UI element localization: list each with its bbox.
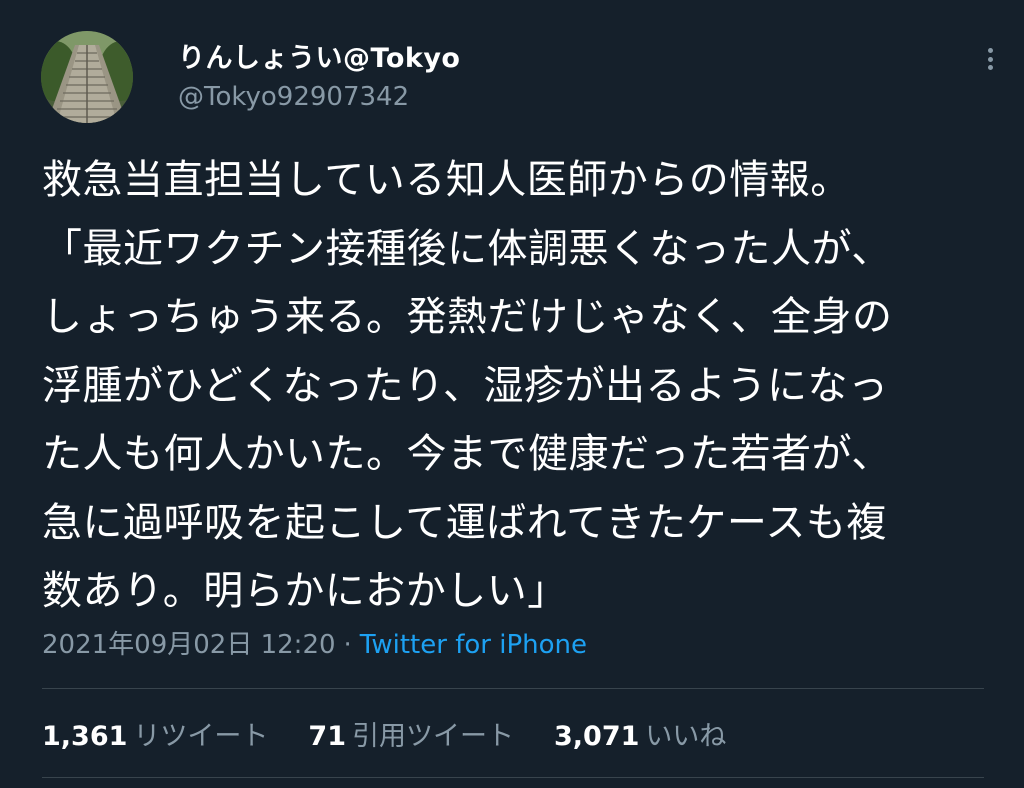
likes-label: いいね — [645, 721, 727, 752]
tweet-text-line: 急に過呼吸を起こして運ばれてきたケースも複 — [42, 499, 887, 546]
tweet-text: 救急当直担当している知人医師からの情報。 「最近ワクチン接種後に体調悪くなった人… — [42, 146, 992, 626]
timestamp[interactable]: 2021年09月02日 12:20 — [42, 630, 336, 660]
more-options-icon[interactable] — [978, 44, 1002, 74]
likes-count: 3,071 — [553, 721, 640, 752]
avatar-image — [41, 31, 133, 123]
source-link[interactable]: Twitter for iPhone — [360, 630, 587, 660]
quotes-label: 引用ツイート — [351, 721, 514, 752]
tweet-card: りんしょうい@Tokyo @Tokyo92907342 救急当直担当している知人… — [0, 0, 1024, 788]
dot — [987, 65, 993, 70]
tweet-text-line: 浮腫がひどくなったり、湿疹が出るようになっ — [42, 362, 889, 409]
tweet-text-line: しょっちゅう来る。発熱だけじゃなく、全身の — [42, 294, 893, 340]
retweets-count: 1,361 — [42, 721, 128, 752]
tweet-text-line: た人も何人かいた。今まで健康だった若者が、 — [42, 431, 892, 477]
divider — [42, 688, 984, 689]
user-handle[interactable]: @Tokyo92907342 — [178, 82, 409, 112]
likes-stat[interactable]: 3,071 いいね — [554, 714, 726, 753]
retweets-stat[interactable]: 1,361 リツイート — [42, 714, 268, 753]
divider — [42, 777, 984, 778]
retweets-label: リツイート — [133, 721, 269, 752]
quotes-count: 71 — [308, 721, 346, 752]
tweet-text-line: 「最近ワクチン接種後に体調悪くなった人が、 — [42, 225, 892, 272]
quotes-stat[interactable]: 71 引用ツイート — [308, 714, 514, 753]
tweet-meta: 2021年09月02日 12:20 · Twitter for iPhone — [42, 624, 587, 661]
meta-separator: · — [343, 630, 352, 660]
avatar[interactable] — [41, 31, 133, 123]
tweet-stats: 1,361 リツイート 71 引用ツイート 3,071 いいね — [42, 714, 766, 753]
tweet-text-line: 数あり。明らかにおかしい」 — [42, 568, 568, 614]
tweet-text-line: 救急当直担当している知人医師からの情報。 — [42, 157, 851, 203]
display-name[interactable]: りんしょうい@Tokyo — [178, 36, 461, 75]
dot — [987, 48, 993, 53]
dot — [987, 56, 993, 62]
